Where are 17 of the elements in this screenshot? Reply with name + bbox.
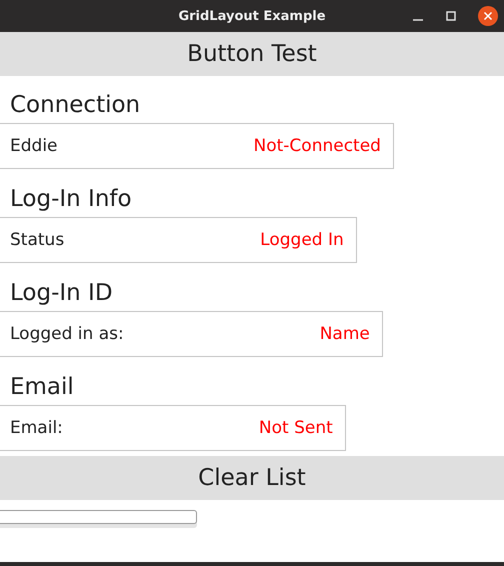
close-icon[interactable] [478, 6, 498, 26]
section-heading: Email [9, 373, 75, 402]
section-heading: Log-In Info [9, 185, 133, 214]
button-test-button[interactable]: Button Test [0, 32, 504, 76]
section-heading: Connection [9, 91, 142, 120]
row-value: Logged In [260, 230, 344, 250]
row-label: Logged in as: [10, 324, 124, 344]
row-value: Not-Connected [254, 136, 381, 156]
row-label: Email: [10, 418, 63, 438]
row-value: Not Sent [258, 418, 333, 438]
window-title: GridLayout Example [178, 8, 326, 24]
row-label: Status [10, 230, 64, 250]
maximize-icon[interactable] [446, 11, 456, 21]
row-value: Name [320, 324, 370, 344]
section-heading: Log-In ID [9, 279, 114, 308]
row-label: Eddie [10, 136, 58, 156]
clear-list-button[interactable]: Clear List [0, 456, 504, 500]
